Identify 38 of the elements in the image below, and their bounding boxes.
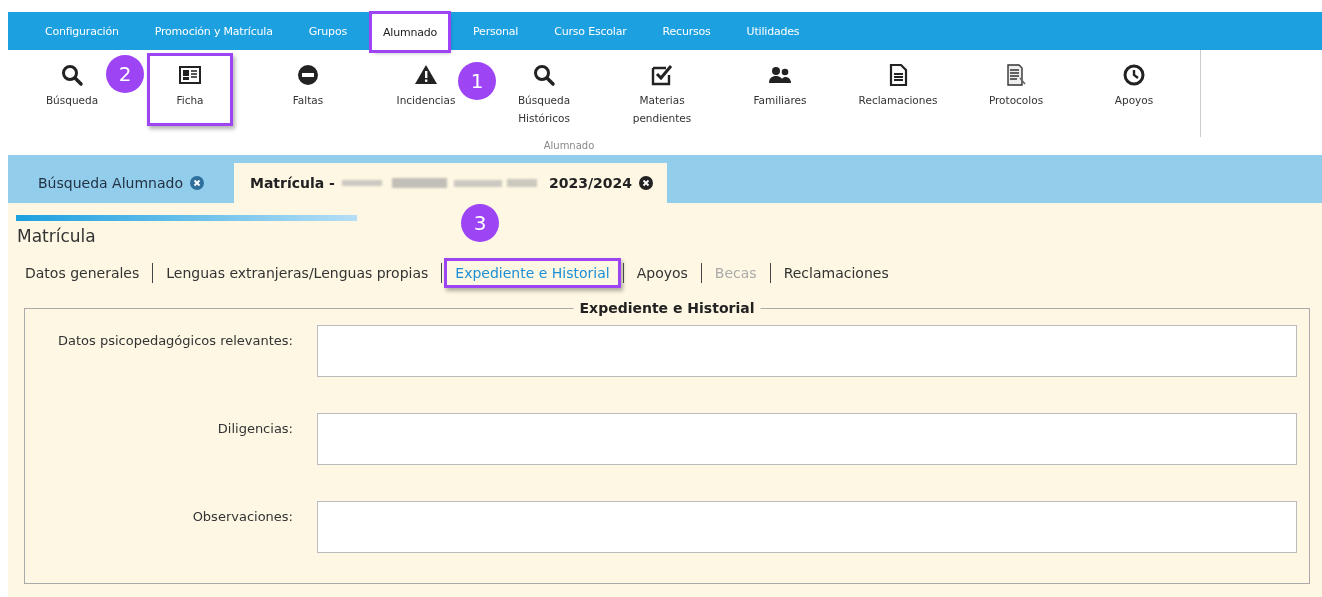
text-area[interactable] — [317, 501, 1297, 553]
ribbon-button[interactable]: Búsqueda Históricos — [512, 53, 576, 132]
section-legend: Expediente e Historial — [573, 300, 761, 316]
group-label: Alumnado — [543, 140, 595, 151]
section-tab[interactable]: Apoyos — [625, 258, 699, 288]
text-area[interactable] — [317, 413, 1297, 465]
id-card-icon — [178, 63, 202, 87]
clock-icon — [1122, 63, 1146, 87]
ribbon-button[interactable]: Reclamaciones — [853, 53, 943, 114]
ribbon-button[interactable]: Familiares — [748, 53, 812, 114]
search-icon — [532, 63, 556, 87]
checkbox-icon — [650, 63, 674, 87]
section-tab[interactable]: Lenguas extranjeras/Lenguas propias — [155, 258, 440, 288]
field-label: Datos psicopedagógicos relevantes: — [56, 332, 293, 348]
no-entry-icon — [296, 63, 320, 87]
ribbon-button[interactable]: Ficha — [147, 53, 233, 126]
text-area[interactable] — [317, 325, 1297, 377]
ribbon-button[interactable]: Búsqueda — [40, 53, 104, 114]
close-icon[interactable] — [639, 176, 653, 190]
document-tab[interactable]: Búsqueda Alumnado — [16, 163, 226, 203]
field-label: Observaciones: — [191, 508, 293, 524]
document-list-icon — [1004, 63, 1028, 87]
ribbon-button[interactable]: Incidencias — [391, 53, 461, 114]
warning-icon — [414, 63, 438, 87]
ribbon-button[interactable]: Apoyos — [1109, 53, 1159, 114]
tab-year: 2023/2024 — [548, 175, 632, 191]
ribbon-button[interactable]: Faltas — [287, 53, 329, 114]
search-icon — [60, 63, 84, 87]
field-label: Diligencias: — [216, 420, 293, 436]
tab-title: Búsqueda Alumnado — [38, 175, 183, 191]
menu-tab[interactable]: Alumnado — [371, 14, 449, 50]
ribbon-button[interactable]: Materias pendientes — [627, 53, 697, 132]
section-tab[interactable]: Datos generales — [14, 258, 151, 288]
section-tab[interactable]: Reclamaciones — [772, 258, 900, 288]
page-title: Matrícula — [17, 225, 97, 247]
ribbon-button[interactable]: Protocolos — [983, 53, 1049, 114]
tab-title: Matrícula - — [249, 175, 335, 191]
document-tab[interactable]: Matrícula - 2023/2024 — [233, 163, 667, 203]
